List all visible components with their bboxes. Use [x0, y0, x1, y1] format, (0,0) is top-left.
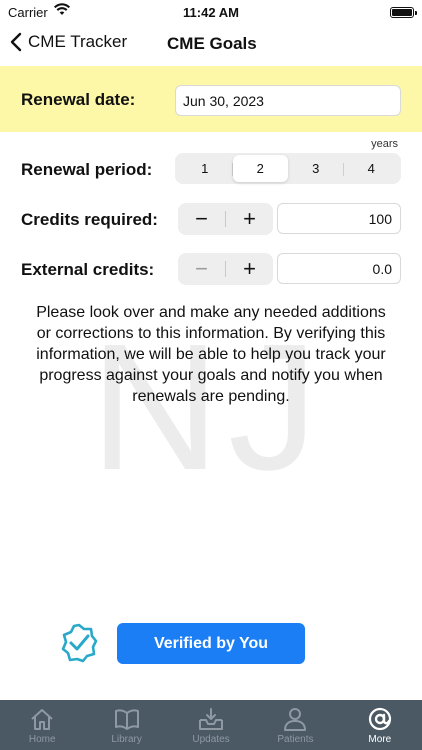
credits-required-label: Credits required:	[21, 210, 158, 229]
tab-label: Library	[111, 734, 142, 745]
external-credits-increment-button[interactable]: +	[226, 253, 273, 285]
status-bar: Carrier 11:42 AM	[0, 0, 422, 26]
renewal-period-label: Renewal period:	[21, 160, 153, 179]
info-text: Please look over and make any needed add…	[36, 304, 386, 405]
verified-badge-icon	[61, 623, 98, 663]
at-icon	[368, 707, 391, 731]
tab-bar: Home Library Updates Patients More	[0, 700, 422, 750]
renewal-date-field[interactable]: Jun 30, 2023	[175, 85, 401, 116]
segment-1[interactable]: 1	[177, 155, 233, 182]
tab-label: Updates	[192, 734, 230, 745]
credits-required-decrement-button[interactable]: −	[178, 203, 225, 235]
book-icon	[114, 709, 139, 730]
chevron-left-icon	[10, 32, 22, 52]
segment-4[interactable]: 4	[344, 155, 400, 182]
segment-3[interactable]: 3	[288, 155, 344, 182]
tab-library[interactable]: Library	[84, 700, 168, 750]
external-credits-decrement-button[interactable]: −	[178, 253, 225, 285]
credits-required-stepper: − +	[178, 203, 273, 235]
clock: 11:42 AM	[183, 5, 239, 20]
external-credits-input[interactable]	[277, 253, 401, 284]
credits-required-increment-button[interactable]: +	[226, 203, 273, 235]
tab-label: More	[368, 734, 392, 745]
tab-updates[interactable]: Updates	[169, 700, 253, 750]
tab-label: Patients	[277, 734, 314, 745]
renewal-period-segmented-control: 1 2 3 4	[175, 153, 401, 184]
person-icon	[284, 708, 307, 731]
external-credits-label: External credits:	[21, 260, 155, 279]
tab-home[interactable]: Home	[0, 700, 84, 750]
renewal-date-label: Renewal date:	[21, 90, 136, 109]
credits-required-input[interactable]	[277, 203, 401, 234]
inbox-icon	[199, 708, 224, 730]
verified-button[interactable]: Verified by You	[117, 623, 305, 664]
years-unit-label: years	[371, 138, 398, 150]
renewal-date-row: Renewal date: Jun 30, 2023	[0, 66, 422, 132]
navigation-bar: CME Tracker CME Goals	[0, 26, 422, 66]
segment-2[interactable]: 2	[232, 155, 288, 182]
back-label: CME Tracker	[28, 32, 128, 51]
tab-patients[interactable]: Patients	[253, 700, 337, 750]
back-button[interactable]: CME Tracker	[10, 32, 127, 52]
battery-icon	[390, 7, 417, 18]
page-title: CME Goals	[167, 34, 257, 53]
home-icon	[31, 709, 53, 730]
external-credits-stepper: − +	[178, 253, 273, 285]
tab-label: Home	[28, 734, 56, 745]
tab-more[interactable]: More	[338, 700, 422, 750]
